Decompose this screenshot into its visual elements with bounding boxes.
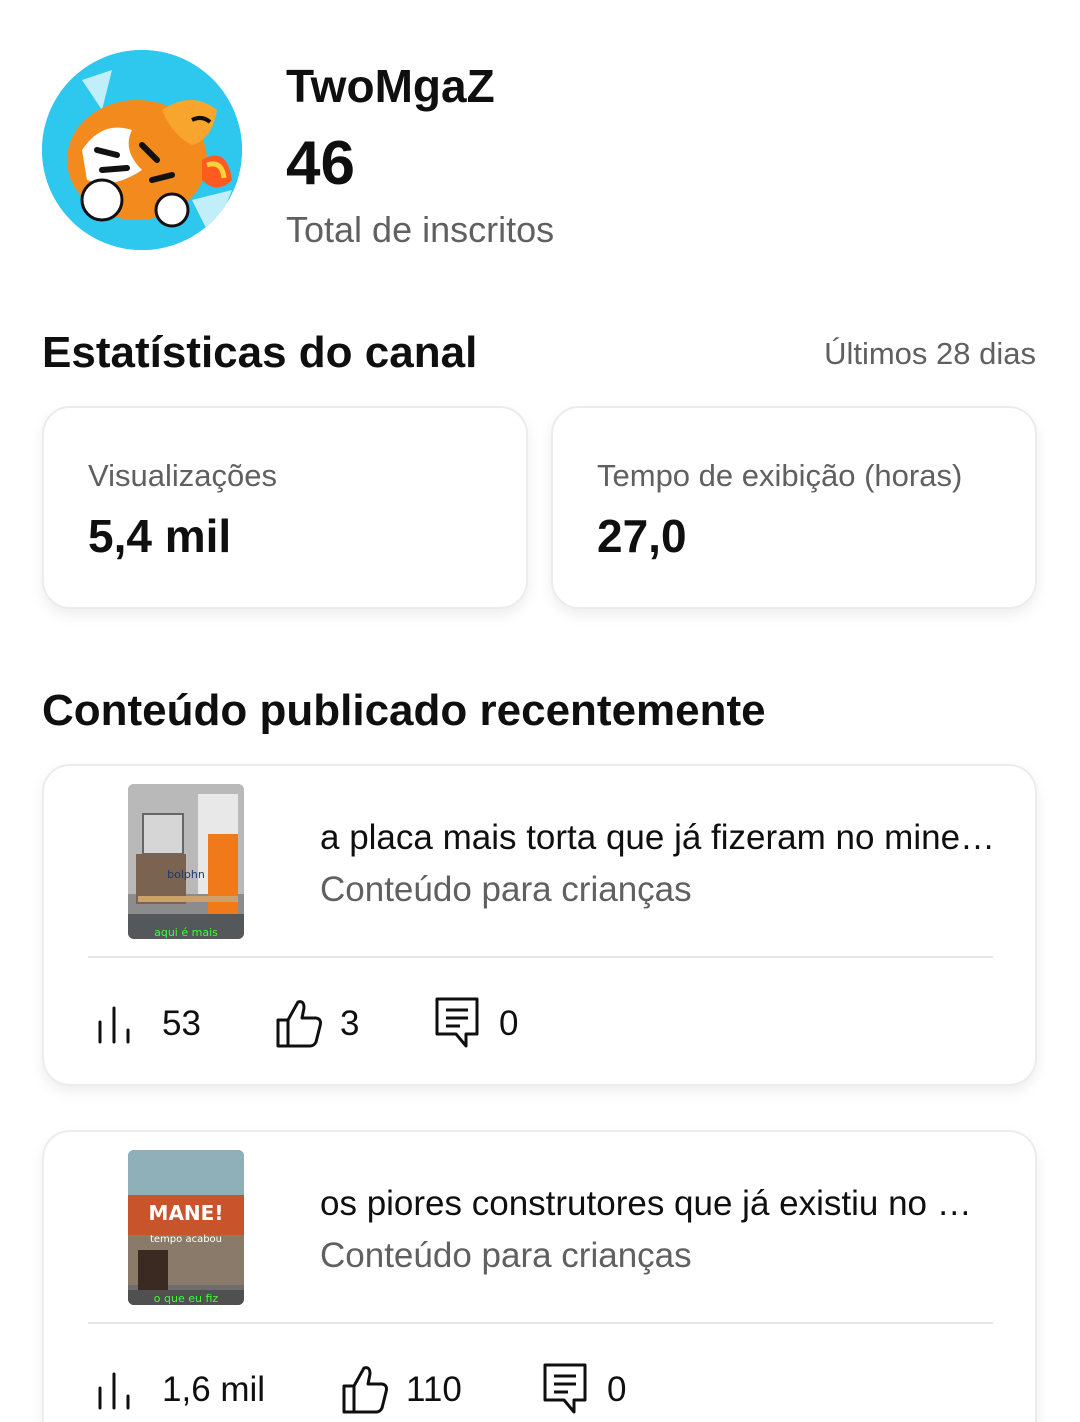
bar-chart-icon bbox=[88, 998, 140, 1054]
tiger-logo-icon bbox=[42, 50, 242, 250]
metric-label: Tempo de exibição (horas) bbox=[597, 458, 963, 493]
comment-icon[interactable] bbox=[540, 1360, 592, 1416]
card-divider bbox=[88, 1322, 993, 1324]
comment-icon[interactable] bbox=[432, 994, 484, 1050]
bar-chart-icon bbox=[88, 1364, 140, 1420]
video-title[interactable]: os piores construtores que já existiu no… bbox=[320, 1182, 1000, 1226]
video-thumbnail[interactable]: MANE! tempo acabou o que eu fiz bbox=[128, 1150, 244, 1305]
video-card[interactable]: MANE! tempo acabou o que eu fiz os piore… bbox=[42, 1130, 1037, 1422]
comment-count: 0 bbox=[607, 1370, 627, 1409]
views-metric-card[interactable]: Visualizações 5,4 mil bbox=[42, 406, 528, 609]
thumb-subtitle: aqui é mais bbox=[154, 926, 218, 939]
video-thumbnail[interactable]: bolphn aqui é mais bbox=[128, 784, 244, 939]
thumbnail-image: MANE! tempo acabou o que eu fiz bbox=[128, 1150, 244, 1305]
thumb-caption: bolphn bbox=[167, 868, 205, 881]
video-title[interactable]: a placa mais torta que já fizeram no min… bbox=[320, 816, 1000, 860]
stats-period[interactable]: Últimos 28 dias bbox=[824, 334, 1036, 374]
metric-value: 5,4 mil bbox=[88, 510, 232, 562]
recent-section-title: Conteúdo publicado recentemente bbox=[42, 686, 766, 735]
channel-avatar[interactable] bbox=[42, 50, 242, 250]
like-count: 110 bbox=[406, 1370, 462, 1409]
video-audience: Conteúdo para crianças bbox=[320, 1236, 692, 1275]
thumbnail-image: bolphn aqui é mais bbox=[128, 784, 244, 939]
metric-label: Visualizações bbox=[88, 458, 277, 493]
view-count: 53 bbox=[162, 1004, 201, 1043]
comment-count: 0 bbox=[499, 1004, 519, 1043]
metric-value: 27,0 bbox=[597, 510, 687, 562]
stats-section-title: Estatísticas do canal bbox=[42, 328, 478, 377]
thumbs-up-icon[interactable] bbox=[338, 1362, 390, 1418]
channel-name: TwoMgaZ bbox=[286, 60, 495, 112]
subscriber-label: Total de inscritos bbox=[286, 209, 555, 250]
like-count: 3 bbox=[340, 1004, 360, 1043]
video-card[interactable]: bolphn aqui é mais a placa mais torta qu… bbox=[42, 764, 1037, 1086]
view-count: 1,6 mil bbox=[162, 1370, 266, 1409]
card-divider bbox=[88, 956, 993, 958]
watch-time-metric-card[interactable]: Tempo de exibição (horas) 27,0 bbox=[551, 406, 1037, 609]
thumbs-up-icon[interactable] bbox=[272, 996, 324, 1052]
thumb-caption: MANE! bbox=[149, 1201, 224, 1225]
video-audience: Conteúdo para crianças bbox=[320, 870, 692, 909]
thumb-footer: o que eu fiz bbox=[154, 1292, 219, 1305]
channel-dashboard: TwoMgaZ 46 Total de inscritos Estatístic… bbox=[0, 0, 1080, 1422]
thumb-subtitle: tempo acabou bbox=[150, 1234, 222, 1245]
subscriber-count: 46 bbox=[286, 129, 355, 198]
